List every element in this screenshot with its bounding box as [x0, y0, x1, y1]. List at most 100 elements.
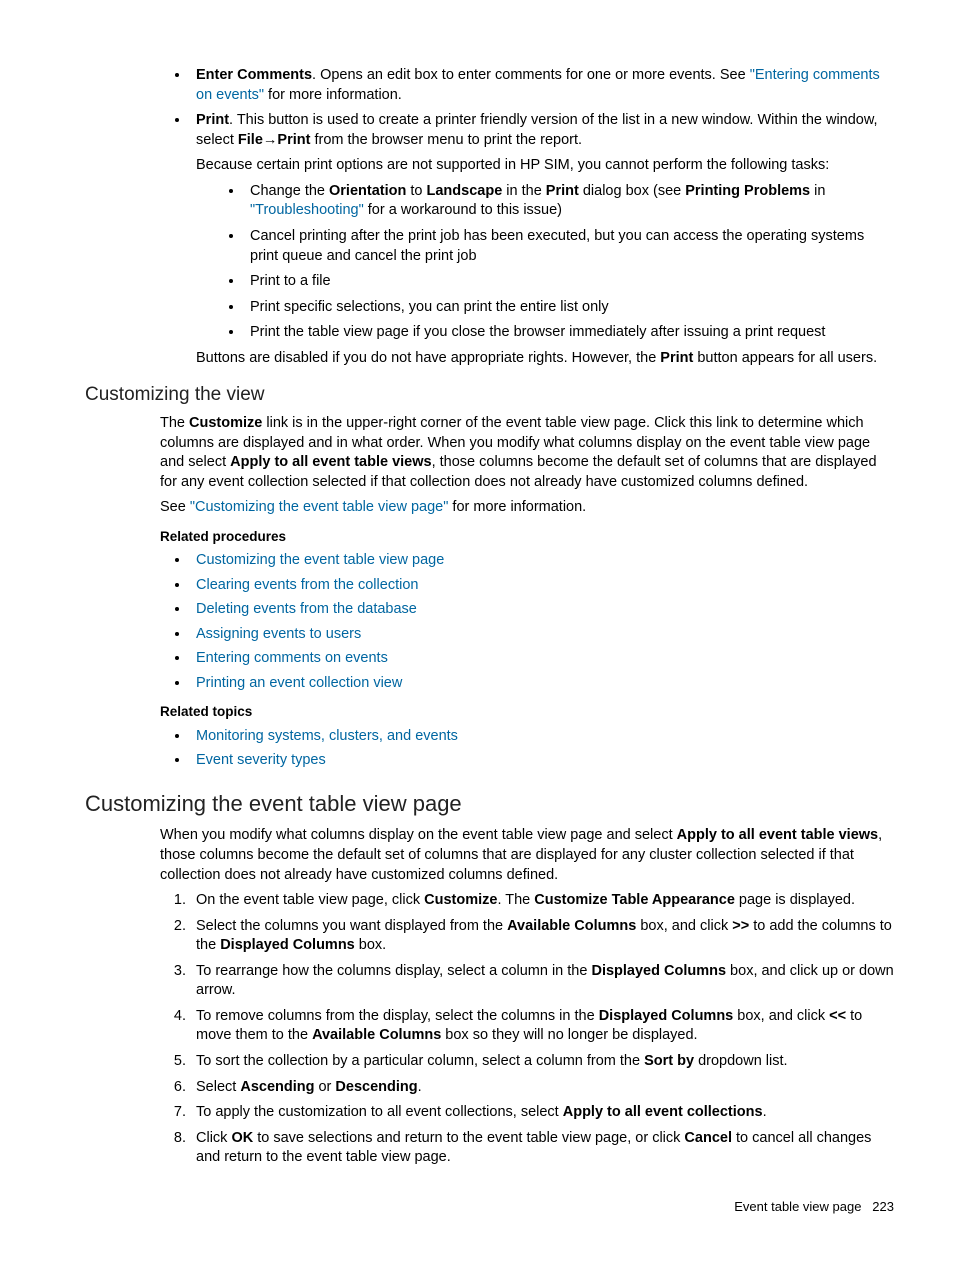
ok-bold: OK — [231, 1130, 253, 1146]
printing-problems-bold: Printing Problems — [685, 183, 810, 199]
t: box, and click — [636, 918, 732, 934]
customize-event-table-link-2[interactable]: Customizing the event table view page — [196, 552, 444, 568]
customize-event-table-link[interactable]: "Customizing the event table view page" — [190, 499, 449, 515]
t: Click — [196, 1130, 231, 1146]
t: in the — [502, 183, 546, 199]
t: box so they will no longer be displayed. — [441, 1027, 697, 1043]
list-item: Deleting events from the database — [190, 600, 894, 620]
cancel-bold: Cancel — [684, 1130, 732, 1146]
list-item: Customizing the event table view page — [190, 551, 894, 571]
t: See — [160, 499, 190, 515]
t: To apply the customization to all event … — [196, 1104, 563, 1120]
page-body: Enter Comments. Opens an edit box to ent… — [85, 66, 894, 1215]
customizing-page-intro: When you modify what columns display on … — [160, 826, 894, 885]
t: Buttons are disabled if you do not have … — [196, 350, 660, 366]
customizing-view-heading: Customizing the view — [85, 382, 894, 408]
step-4: To remove columns from the display, sele… — [190, 1007, 894, 1046]
sub-orientation: Change the Orientation to Landscape in t… — [244, 182, 894, 221]
available-columns-bold: Available Columns — [507, 918, 636, 934]
t: To remove columns from the display, sele… — [196, 1008, 599, 1024]
steps-list: On the event table view page, click Cust… — [85, 891, 894, 1168]
t: When you modify what columns display on … — [160, 827, 677, 843]
page-number: 223 — [872, 1199, 894, 1214]
customizing-view-para: The Customize link is in the upper-right… — [160, 414, 894, 492]
t: Select — [196, 1079, 240, 1095]
troubleshooting-link[interactable]: "Troubleshooting" — [250, 202, 364, 218]
t: button appears for all users. — [693, 350, 877, 366]
t: to save selections and return to the eve… — [253, 1130, 684, 1146]
t: . — [763, 1104, 767, 1120]
available-columns-bold-2: Available Columns — [312, 1027, 441, 1043]
step-1: On the event table view page, click Cust… — [190, 891, 894, 911]
entering-comments-link-2[interactable]: Entering comments on events — [196, 650, 388, 666]
sub-specific: Print specific selections, you can print… — [244, 298, 894, 318]
t: To rearrange how the columns display, se… — [196, 963, 591, 979]
bullet-print: Print. This button is used to create a p… — [190, 111, 894, 368]
print-sub-list: Change the Orientation to Landscape in t… — [196, 182, 894, 343]
list-item: Clearing events from the collection — [190, 576, 894, 596]
arrow-icon: → — [263, 132, 278, 148]
displayed-columns-bold: Displayed Columns — [220, 937, 355, 953]
sub-close-browser: Print the table view page if you close t… — [244, 323, 894, 343]
enter-comments-label: Enter Comments — [196, 67, 312, 83]
t: for more information. — [448, 499, 586, 515]
monitoring-systems-link[interactable]: Monitoring systems, clusters, and events — [196, 728, 458, 744]
top-bullet-list: Enter Comments. Opens an edit box to ent… — [85, 66, 894, 368]
text: for more information. — [264, 87, 402, 103]
deleting-events-link[interactable]: Deleting events from the database — [196, 601, 417, 617]
apply-all-event-collections-bold: Apply to all event collections — [563, 1104, 763, 1120]
t: box, and click — [733, 1008, 829, 1024]
event-severity-link[interactable]: Event severity types — [196, 752, 326, 768]
t: . — [418, 1079, 422, 1095]
sub-tofile: Print to a file — [244, 272, 894, 292]
t: to — [406, 183, 426, 199]
list-item: Printing an event collection view — [190, 674, 894, 694]
bullet-enter-comments: Enter Comments. Opens an edit box to ent… — [190, 66, 894, 105]
t: To sort the collection by a particular c… — [196, 1053, 644, 1069]
list-item: Assigning events to users — [190, 625, 894, 645]
related-procedures-head: Related procedures — [160, 528, 894, 546]
t: Change the — [250, 183, 329, 199]
t: or — [314, 1079, 335, 1095]
t: Select the columns you want displayed fr… — [196, 918, 507, 934]
apply-all-bold: Apply to all event table views — [230, 454, 431, 470]
step-3: To rearrange how the columns display, se… — [190, 962, 894, 1001]
see-more-para: See "Customizing the event table view pa… — [160, 498, 894, 518]
text: from the browser menu to print the repor… — [310, 132, 582, 148]
t: dropdown list. — [694, 1053, 788, 1069]
list-item: Event severity types — [190, 751, 894, 771]
orientation-bold: Orientation — [329, 183, 406, 199]
t: box. — [355, 937, 386, 953]
step-8: Click OK to save selections and return t… — [190, 1129, 894, 1168]
clearing-events-link[interactable]: Clearing events from the collection — [196, 577, 418, 593]
t: dialog box (see — [579, 183, 685, 199]
arrow-right-bold: >> — [732, 918, 749, 934]
print-label: Print — [196, 112, 229, 128]
sub-cancel: Cancel printing after the print job has … — [244, 227, 894, 266]
print-because: Because certain print options are not su… — [196, 156, 894, 176]
assigning-events-link[interactable]: Assigning events to users — [196, 626, 361, 642]
step-2: Select the columns you want displayed fr… — [190, 917, 894, 956]
print-bold: Print — [277, 132, 310, 148]
t: page is displayed. — [735, 892, 855, 908]
customize-bold: Customize — [189, 415, 262, 431]
printing-event-collection-link[interactable]: Printing an event collection view — [196, 675, 402, 691]
t: . The — [497, 892, 534, 908]
t: The — [160, 415, 189, 431]
arrow-left-bold: << — [829, 1008, 846, 1024]
step-5: To sort the collection by a particular c… — [190, 1052, 894, 1072]
displayed-columns-bold-3: Displayed Columns — [599, 1008, 734, 1024]
customize-table-appearance-bold: Customize Table Appearance — [534, 892, 735, 908]
customizing-page-heading: Customizing the event table view page — [85, 789, 894, 819]
print-bold-2: Print — [660, 350, 693, 366]
text: . Opens an edit box to enter comments fo… — [312, 67, 750, 83]
buttons-disabled: Buttons are disabled if you do not have … — [196, 349, 894, 369]
t: for a workaround to this issue) — [364, 202, 562, 218]
displayed-columns-bold-2: Displayed Columns — [591, 963, 726, 979]
footer-title: Event table view page — [734, 1199, 861, 1214]
landscape-bold: Landscape — [427, 183, 503, 199]
print-dlg-bold: Print — [546, 183, 579, 199]
list-item: Monitoring systems, clusters, and events — [190, 727, 894, 747]
apply-all-bold-2: Apply to all event table views — [677, 827, 878, 843]
file-bold: File — [238, 132, 263, 148]
